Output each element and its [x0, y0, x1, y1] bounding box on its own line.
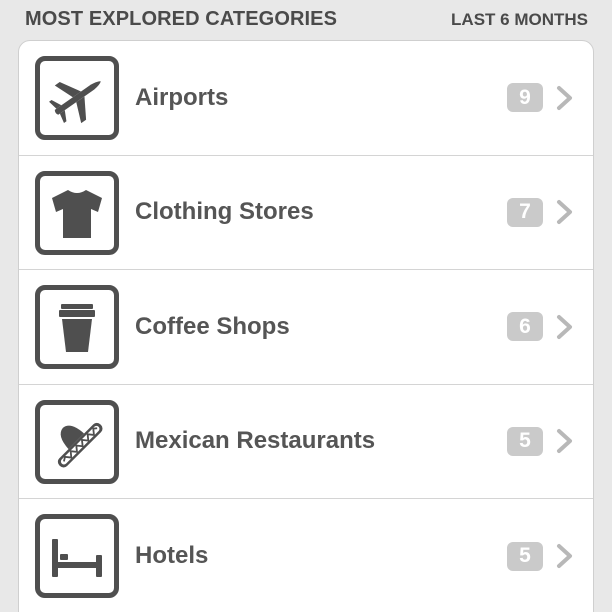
- category-row-clothing-stores[interactable]: Clothing Stores 7: [19, 156, 593, 270]
- chevron-right-icon: [557, 200, 572, 225]
- time-range-label: LAST 6 MONTHS: [451, 10, 588, 29]
- tshirt-icon: [35, 170, 119, 255]
- count-badge: 5: [507, 426, 543, 456]
- category-label: Airports: [135, 83, 229, 111]
- count-badge: 6: [507, 312, 543, 342]
- category-label: Coffee Shops: [135, 312, 290, 340]
- most-explored-categories-screen: MOST EXPLORED CATEGORIES LAST 6 MONTHS A…: [0, 0, 612, 612]
- category-row-hotels[interactable]: Hotels 5: [19, 499, 593, 612]
- sombrero-icon: [35, 399, 119, 484]
- bed-icon: [35, 514, 119, 598]
- category-label: Mexican Restaurants: [135, 427, 376, 455]
- category-label: Hotels: [135, 542, 209, 570]
- category-label: Clothing Stores: [135, 198, 314, 226]
- section-header: MOST EXPLORED CATEGORIES LAST 6 MONTHS: [0, 0, 612, 40]
- category-row-mexican-restaurants[interactable]: Mexican Restaurants 5: [19, 385, 593, 499]
- section-title: MOST EXPLORED CATEGORIES: [25, 7, 338, 30]
- chevron-right-icon: [557, 85, 572, 110]
- airplane-icon: [35, 56, 119, 140]
- chevron-right-icon: [557, 429, 572, 454]
- chevron-right-icon: [557, 544, 572, 569]
- count-badge: 9: [507, 83, 543, 113]
- category-list: Airports 9 Clothing Stores 7 Coffee Shop…: [18, 40, 594, 612]
- count-badge: 5: [507, 541, 543, 571]
- chevron-right-icon: [557, 314, 572, 339]
- category-row-airports[interactable]: Airports 9: [19, 41, 593, 156]
- category-row-coffee-shops[interactable]: Coffee Shops 6: [19, 270, 593, 385]
- count-badge: 7: [507, 197, 543, 227]
- coffee-cup-icon: [35, 285, 119, 369]
